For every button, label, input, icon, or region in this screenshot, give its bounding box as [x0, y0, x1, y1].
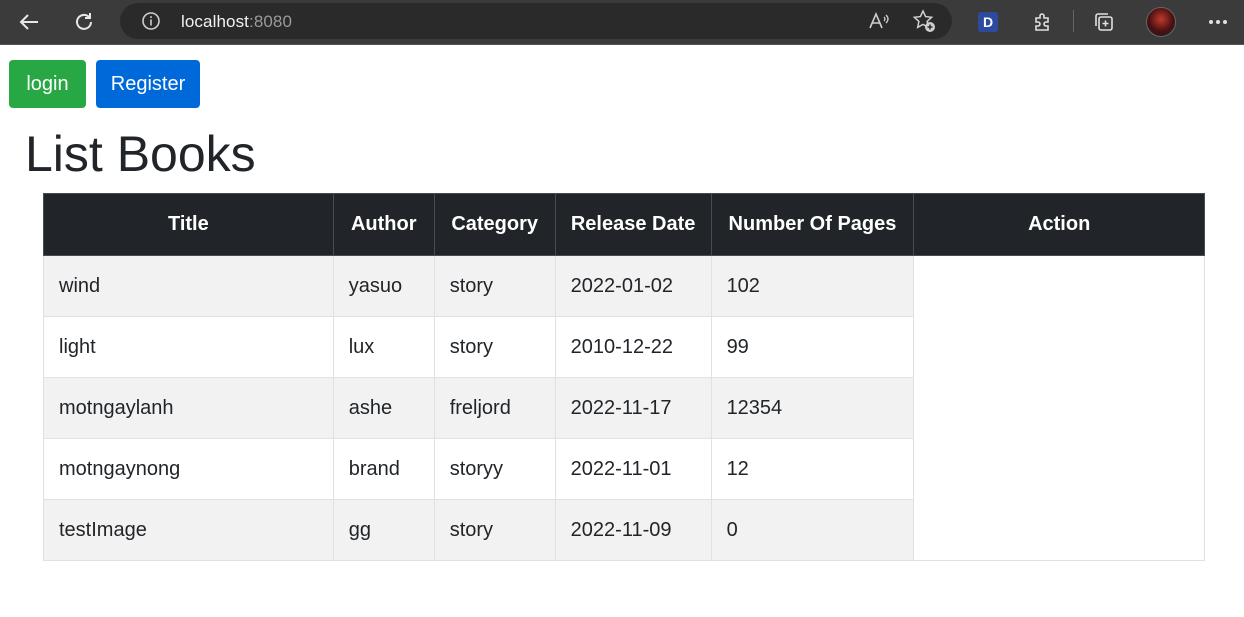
cell-pages: 102 — [710, 255, 915, 317]
cell-title: motngaylanh — [43, 377, 334, 439]
toolbar-separator — [1073, 10, 1074, 32]
table-header-row: Title Author Category Release Date Numbe… — [43, 193, 1205, 256]
login-button[interactable]: login — [9, 60, 86, 108]
add-favorite-icon[interactable] — [912, 9, 936, 33]
cell-title: testImage — [43, 499, 334, 561]
cell-pages: 0 — [710, 499, 915, 561]
url-text: localhost:8080 — [181, 12, 292, 32]
books-table: Title Author Category Release Date Numbe… — [43, 193, 1205, 561]
cell-title: motngaynong — [43, 438, 334, 500]
browser-toolbar: localhost:8080 D — [0, 0, 1244, 45]
cell-release-date: 2022-11-09 — [554, 499, 712, 561]
header-release-date: Release Date — [554, 193, 712, 256]
cell-release-date: 2022-01-02 — [554, 255, 712, 317]
cell-author: gg — [332, 499, 435, 561]
header-number-of-pages: Number Of Pages — [710, 193, 915, 256]
extension-d-badge: D — [978, 12, 998, 32]
cell-release-date: 2010-12-22 — [554, 316, 712, 378]
url-host: localhost — [181, 12, 249, 31]
page-title: List Books — [25, 126, 256, 182]
cell-author: yasuo — [332, 255, 435, 317]
cell-author: lux — [332, 316, 435, 378]
cell-category: story — [433, 499, 556, 561]
header-author: Author — [332, 193, 435, 256]
cell-author: brand — [332, 438, 435, 500]
cell-release-date: 2022-11-17 — [554, 377, 712, 439]
register-button[interactable]: Register — [96, 60, 200, 108]
reload-icon[interactable] — [68, 6, 100, 38]
cell-release-date: 2022-11-01 — [554, 438, 712, 500]
table-row: wind yasuo story 2022-01-02 102 — [43, 255, 1205, 561]
cell-author: ashe — [332, 377, 435, 439]
back-arrow-icon[interactable] — [13, 6, 45, 38]
cell-category: story — [433, 255, 556, 317]
extensions-puzzle-icon[interactable] — [1027, 6, 1059, 38]
url-port: :8080 — [249, 12, 293, 31]
more-options-icon[interactable] — [1202, 6, 1234, 38]
read-aloud-icon[interactable] — [867, 9, 891, 33]
address-bar[interactable]: localhost:8080 — [120, 3, 952, 39]
cell-title: light — [43, 316, 334, 378]
cell-category: freljord — [433, 377, 556, 439]
header-category: Category — [433, 193, 556, 256]
cell-action — [913, 255, 1205, 561]
info-icon[interactable] — [139, 9, 163, 33]
profile-avatar[interactable] — [1145, 6, 1177, 38]
cell-pages: 12354 — [710, 377, 915, 439]
extension-d-icon[interactable]: D — [972, 6, 1004, 38]
collections-icon[interactable] — [1088, 6, 1120, 38]
cell-pages: 99 — [710, 316, 915, 378]
cell-title: wind — [43, 255, 334, 317]
header-action: Action — [913, 193, 1205, 256]
cell-category: story — [433, 316, 556, 378]
cell-pages: 12 — [710, 438, 915, 500]
header-title: Title — [43, 193, 334, 256]
cell-category: storyy — [433, 438, 556, 500]
